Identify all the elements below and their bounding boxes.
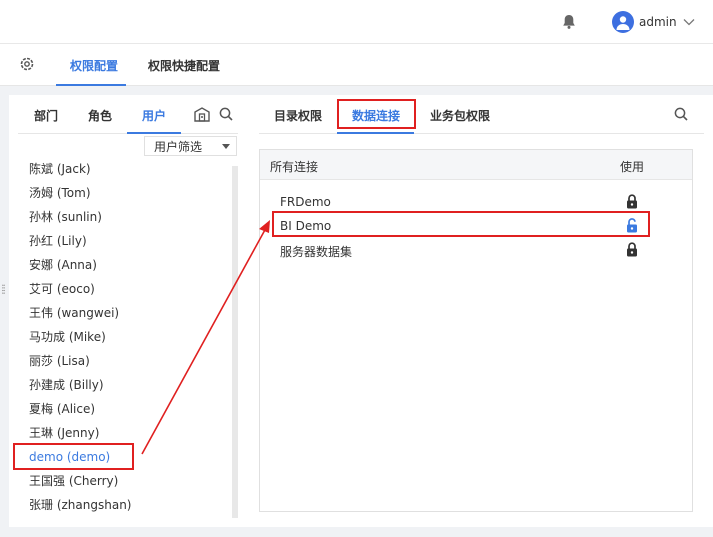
connection-name: FRDemo: [280, 195, 331, 209]
tab-divider: [259, 133, 704, 134]
annotation-box-bi-demo-row: [272, 211, 650, 237]
active-tab-indicator: [337, 132, 414, 134]
list-item[interactable]: 夏梅 (Alice): [9, 397, 234, 421]
active-tab-indicator: [56, 84, 126, 86]
tab-directory-permission[interactable]: 目录权限: [274, 107, 322, 124]
lock-icon[interactable]: [626, 194, 638, 209]
right-panel: 目录权限 数据连接 业务包权限 所有连接 使用 FRDemo BI Demo 服…: [249, 95, 713, 527]
tab-user[interactable]: 用户: [142, 107, 166, 124]
annotation-box-demo-user: [13, 443, 134, 470]
tab-business-package-permission[interactable]: 业务包权限: [430, 107, 490, 124]
list-item[interactable]: 王伟 (wangwei): [9, 301, 234, 325]
list-item[interactable]: 汤姆 (Tom): [9, 181, 234, 205]
connection-name: 服务器数据集: [280, 245, 353, 259]
building-icon[interactable]: [193, 106, 211, 122]
scrollbar[interactable]: [232, 166, 238, 518]
tab-permission-quick-config[interactable]: 权限快捷配置: [148, 57, 220, 74]
chevron-down-icon: [683, 19, 695, 26]
top-bar: admin: [0, 0, 713, 44]
list-item[interactable]: 孙红 (Lily): [9, 229, 234, 253]
dropdown-arrow-icon: [222, 144, 230, 149]
bell-icon[interactable]: [562, 14, 576, 30]
tab-department[interactable]: 部门: [34, 107, 58, 124]
lock-icon[interactable]: [626, 242, 638, 257]
list-item[interactable]: 马功成 (Mike): [9, 325, 234, 349]
list-item[interactable]: 丽莎 (Lisa): [9, 349, 234, 373]
list-item[interactable]: 王国强 (Cherry): [9, 469, 234, 493]
list-item[interactable]: 艾可 (eoco): [9, 277, 234, 301]
tab-permission-config[interactable]: 权限配置: [70, 57, 118, 74]
list-item[interactable]: 安娜 (Anna): [9, 253, 234, 277]
list-item[interactable]: 孙建成 (Billy): [9, 373, 234, 397]
table-row[interactable]: 服务器数据集: [260, 238, 692, 262]
list-item[interactable]: 陈斌 (Jack): [9, 157, 234, 181]
search-icon[interactable]: [674, 107, 688, 121]
user-filter-label: 用户筛选: [154, 139, 203, 154]
list-item[interactable]: 王琳 (Jenny): [9, 421, 234, 445]
top-tab-bar: 权限配置 权限快捷配置: [0, 44, 713, 86]
tab-role[interactable]: 角色: [88, 107, 112, 124]
user-icon: [616, 16, 630, 30]
user-filter-dropdown[interactable]: 用户筛选: [144, 136, 237, 156]
table-header: 所有连接 使用: [260, 150, 692, 180]
avatar: [612, 11, 634, 33]
user-menu[interactable]: admin: [612, 10, 695, 34]
list-item[interactable]: 张珊 (zhangshan): [9, 493, 234, 517]
connection-table: 所有连接 使用 FRDemo BI Demo 服务器数据集: [259, 149, 693, 512]
splitter-handle-icon[interactable]: [2, 282, 5, 296]
column-header-use: 使用: [620, 160, 645, 174]
search-icon[interactable]: [219, 107, 233, 121]
gear-icon[interactable]: [19, 56, 35, 72]
column-header-name: 所有连接: [270, 160, 319, 174]
user-name: admin: [639, 15, 677, 29]
active-tab-indicator: [127, 132, 181, 134]
annotation-box-data-connection-tab: [337, 99, 416, 129]
list-item[interactable]: 孙林 (sunlin): [9, 205, 234, 229]
